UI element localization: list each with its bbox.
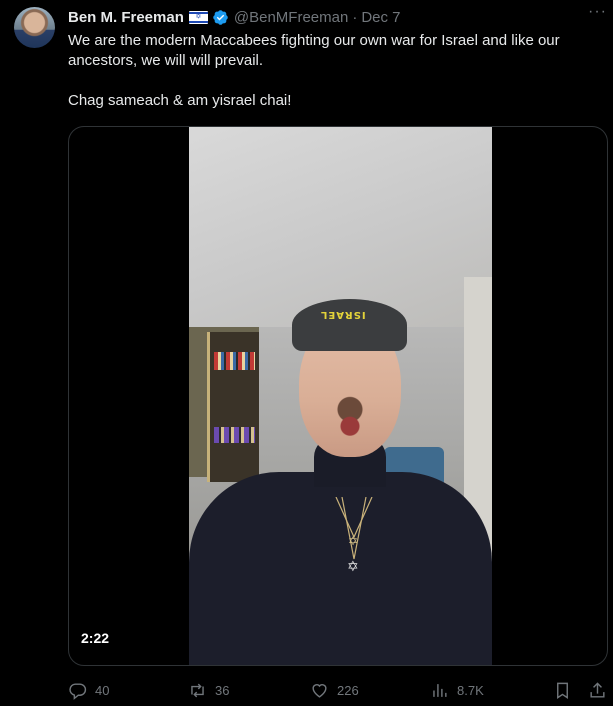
- author-avatar[interactable]: [14, 7, 55, 48]
- tweet-date[interactable]: Dec 7: [361, 9, 400, 26]
- like-count: 226: [337, 682, 359, 698]
- retweet-count: 36: [215, 682, 230, 698]
- video-player[interactable]: ✡ ✡ 2:22: [68, 126, 608, 666]
- video-duration: 2:22: [81, 630, 110, 646]
- video-ceiling: [189, 127, 492, 327]
- video-frame[interactable]: ✡ ✡: [189, 127, 492, 665]
- heart-icon: [312, 683, 327, 698]
- svg-text:✡: ✡: [347, 559, 359, 575]
- retweet-icon: [191, 683, 204, 697]
- views-button[interactable]: 8.7K: [430, 678, 484, 702]
- author-handle[interactable]: @BenMFreeman: [234, 9, 348, 26]
- reply-button[interactable]: 40: [68, 678, 109, 702]
- author-name[interactable]: Ben M. Freeman: [68, 9, 184, 26]
- share-button[interactable]: [588, 678, 607, 702]
- video-person-cap: [292, 299, 407, 351]
- bookmark-button[interactable]: [553, 678, 572, 702]
- tweet-body: We are the modern Maccabees fighting our…: [68, 31, 608, 111]
- share-icon: [590, 681, 605, 698]
- separator-dot: ·: [352, 8, 358, 26]
- views-chart-icon: [433, 683, 447, 697]
- reply-icon: [69, 682, 87, 700]
- tweet-text-line-1: We are the modern Maccabees fighting our…: [68, 32, 560, 69]
- tweet-header: Ben M. Freeman ✡ @BenMFreeman · Dec 7: [68, 6, 603, 28]
- bookmark-icon: [557, 682, 568, 699]
- video-bookshelf: [207, 332, 259, 482]
- tweet-text-line-2: Chag sameach & am yisrael chai!: [68, 92, 292, 109]
- views-count: 8.7K: [457, 682, 484, 698]
- like-button[interactable]: 226: [310, 678, 359, 702]
- svg-text:✡: ✡: [348, 534, 358, 548]
- star-of-david-necklace: ✡ ✡: [335, 497, 373, 575]
- reply-count: 40: [95, 682, 110, 698]
- israel-flag-icon: ✡: [188, 10, 208, 24]
- retweet-button[interactable]: 36: [188, 678, 229, 702]
- more-options-icon[interactable]: ···: [588, 3, 607, 21]
- tweet-actions: 40 36 226 8.7K: [68, 678, 608, 702]
- verified-badge-icon[interactable]: [212, 9, 229, 26]
